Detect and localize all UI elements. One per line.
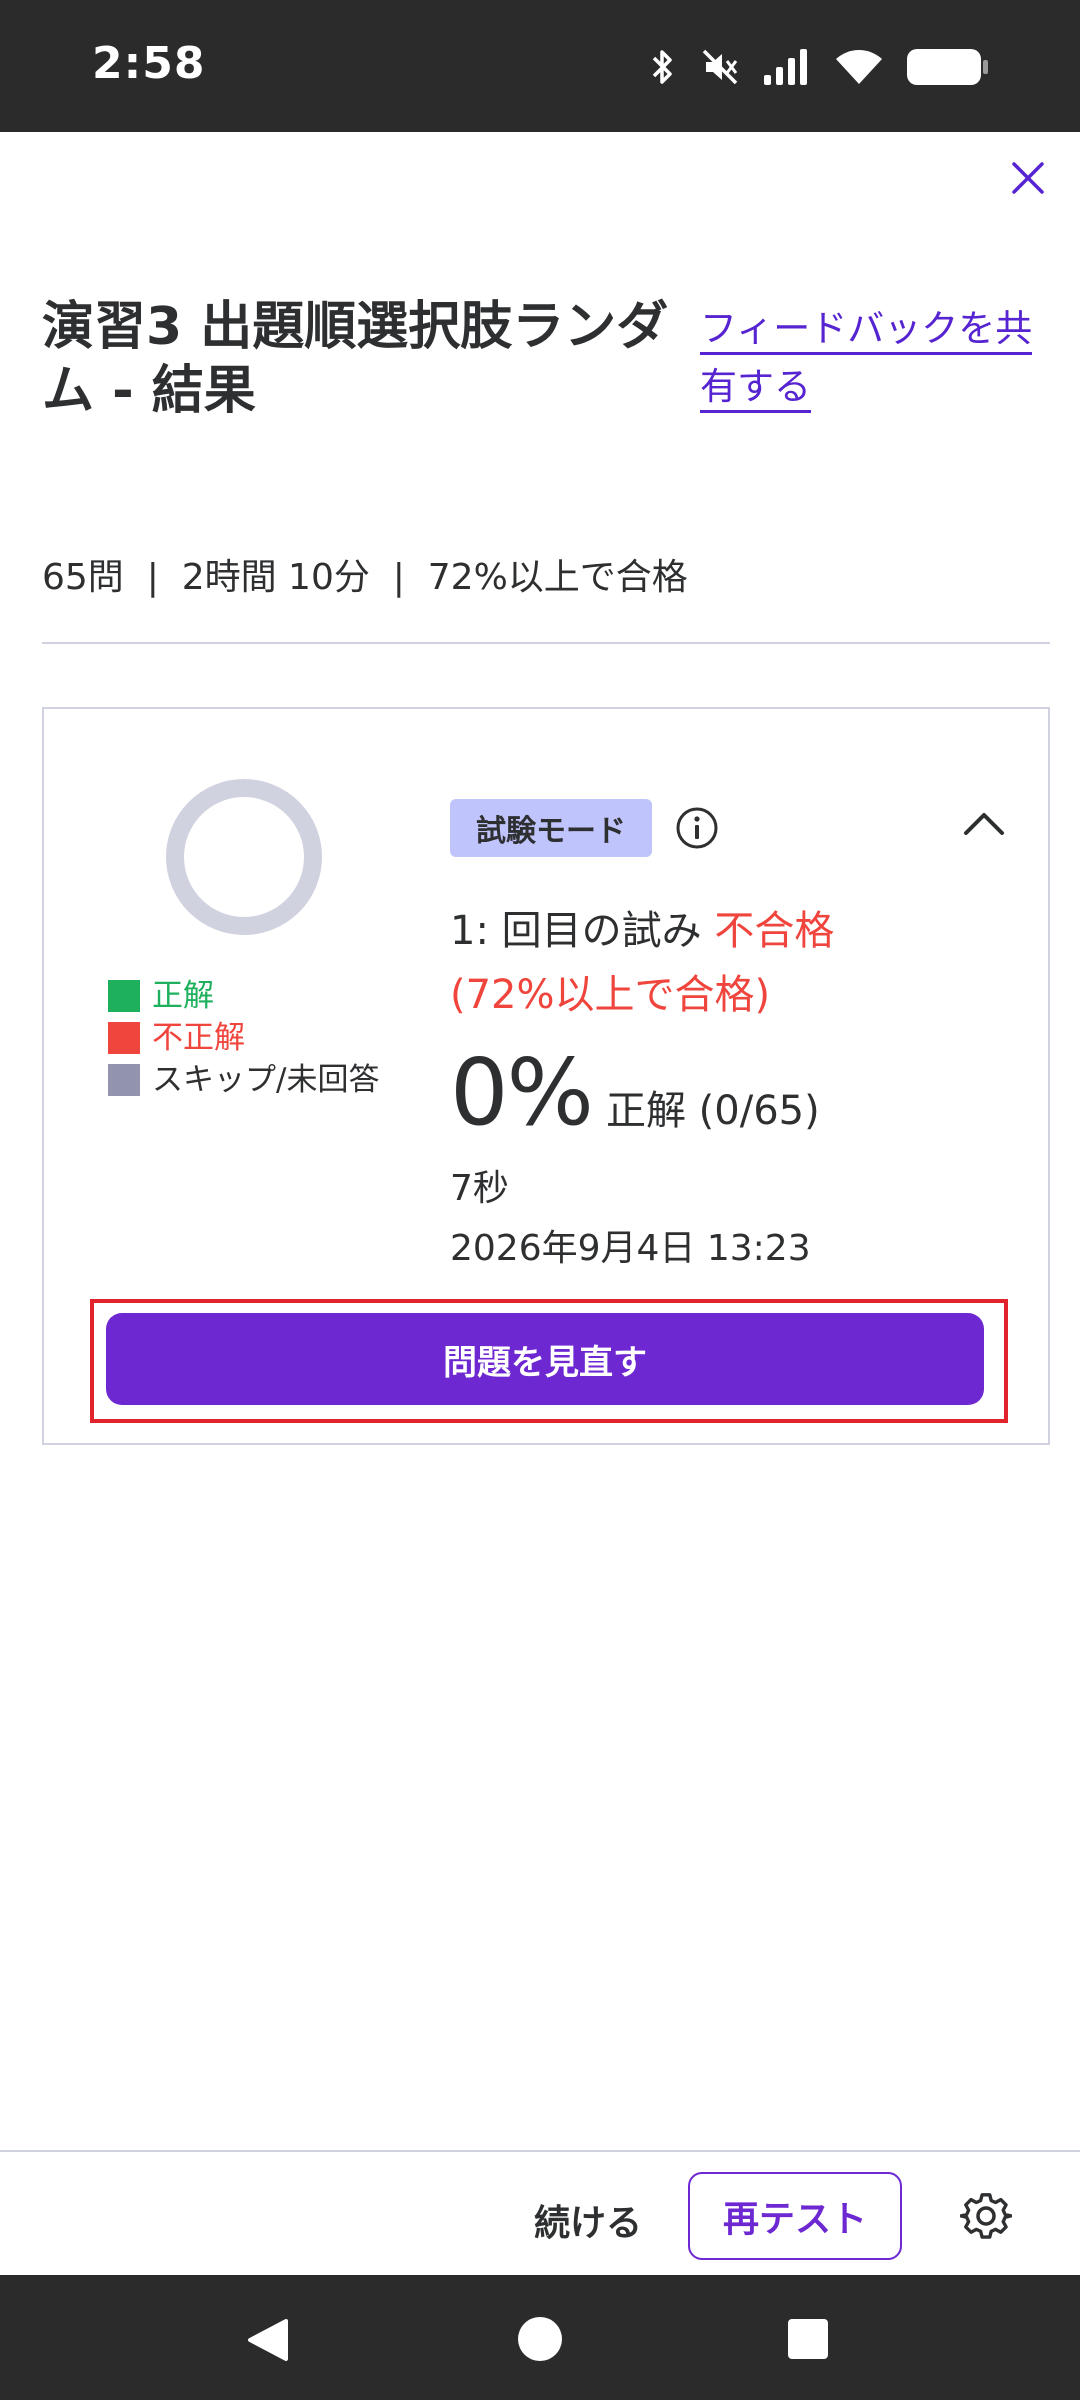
legend-label-incorrect: 不正解 [152,1020,245,1056]
home-icon [518,2317,562,2361]
legend-label-correct: 正解 [152,978,214,1014]
legend-item-incorrect: 不正解 [108,1017,379,1059]
score-percent: 0% [450,1039,594,1146]
back-icon [248,2319,288,2361]
result-card: 正解 不正解 スキップ/未回答 試験モード 1: 回目の試み 不合格 (72%以… [42,707,1050,1445]
continue-button[interactable]: 続ける [534,2194,642,2246]
exam-mode-badge: 試験モード [450,799,652,857]
score-row: 0% 正解 (0/65) [450,1039,820,1146]
retest-button[interactable]: 再テスト [688,2172,902,2260]
gear-icon [959,2193,1013,2239]
info-icon [676,807,718,849]
legend-item-correct: 正解 [108,975,379,1017]
bottom-action-bar: 続ける 再テスト [0,2150,1080,2275]
score-label: 正解 (0/65) [605,1088,820,1134]
settings-button[interactable] [959,2190,1013,2246]
chevron-up-icon [964,813,1004,835]
bluetooth-icon [652,50,672,84]
status-time: 2:58 [92,38,206,89]
recents-icon [788,2319,828,2359]
attempt-summary: 1: 回目の試み 不合格 (72%以上で合格) [450,899,1010,1027]
legend-label-skipped: スキップ/未回答 [152,1062,380,1098]
page-title: 演習3 出題順選択肢ランダム - 結果 [42,297,669,421]
share-feedback-label: フィードバックを共有する [700,307,1033,413]
attempt-date: 2026年9月4日 13:23 [450,1228,811,1269]
divider [42,642,1050,644]
legend-swatch-incorrect [108,1022,140,1054]
score-donut-chart [166,779,322,935]
attempt-number: 1: 回目の試み [450,908,702,954]
chart-legend: 正解 不正解 スキップ/未回答 [108,975,379,1101]
attempt-status: 不合格 [714,908,835,954]
legend-swatch-correct [108,980,140,1012]
legend-item-skipped: スキップ/未回答 [108,1059,379,1101]
close-button[interactable] [1000,150,1056,206]
system-nav-bar [0,2275,1080,2400]
signal-icon [764,49,807,85]
legend-swatch-skipped [108,1064,140,1096]
status-bar: 2:58 [0,0,1080,132]
share-feedback-link[interactable]: フィードバックを共有する [700,300,1040,416]
review-questions-button[interactable]: 問題を見直す [106,1313,984,1405]
wifi-icon [836,50,882,84]
attempt-duration: 7秒 [450,1168,509,1209]
collapse-button[interactable] [962,809,1006,843]
quiz-meta: 65問 | 2時間 10分 | 72%以上で合格 [42,557,688,598]
mute-icon [702,49,738,85]
close-icon [1012,162,1044,194]
nav-recents-button[interactable] [786,2317,830,2365]
nav-home-button[interactable] [516,2315,564,2367]
battery-icon [907,49,988,85]
info-button[interactable] [674,805,720,855]
status-icons [648,42,990,92]
pass-condition: (72%以上で合格) [450,972,771,1018]
nav-back-button[interactable] [246,2317,290,2367]
